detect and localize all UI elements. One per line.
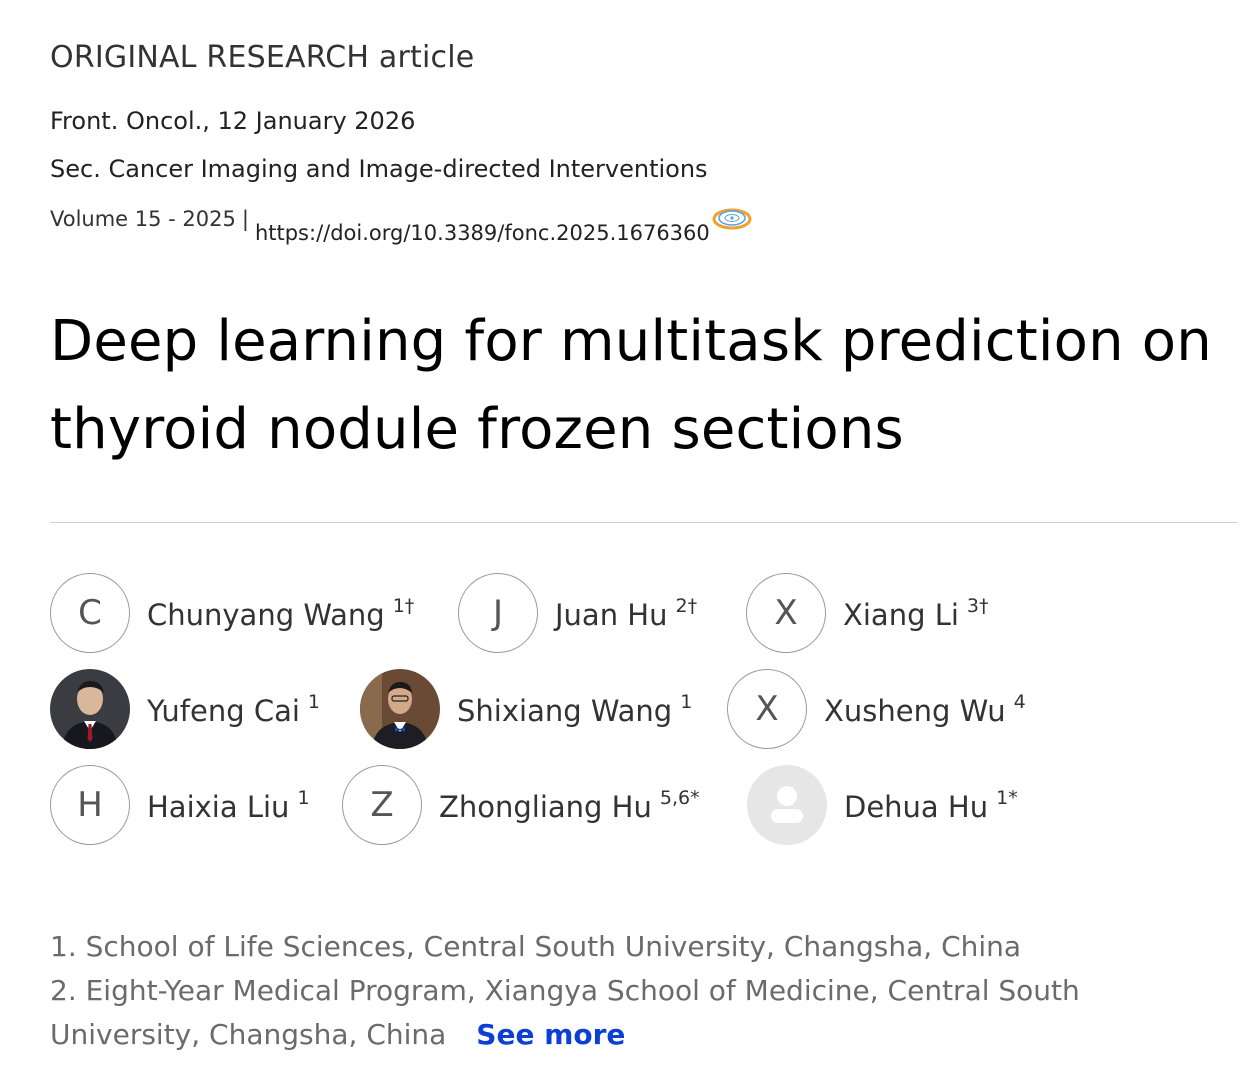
author-initial-avatar: J	[458, 573, 538, 653]
author-name-text: Dehua Hu	[844, 789, 989, 824]
author-name[interactable]: Zhongliang Hu 5,6*	[439, 787, 700, 824]
author-name-text: Xusheng Wu	[824, 693, 1006, 728]
author-chunyang-wang[interactable]: C Chunyang Wang 1†	[50, 573, 414, 653]
doi-link[interactable]: https://doi.org/10.3389/fonc.2025.167636…	[255, 221, 710, 245]
author-xiang-li[interactable]: X Xiang Li 3†	[746, 573, 989, 653]
author-shixiang-wang[interactable]: Shixiang Wang 1	[360, 669, 692, 749]
volume-line: Volume 15 - 2025 | https://doi.org/10.33…	[50, 205, 752, 245]
author-name[interactable]: Yufeng Cai 1	[147, 691, 320, 728]
author-initial-avatar: Z	[342, 765, 422, 845]
author-affiliation-marker: 3†	[966, 594, 989, 617]
author-dehua-hu[interactable]: Dehua Hu 1*	[747, 765, 1018, 845]
author-name[interactable]: Xiang Li 3†	[843, 595, 989, 632]
author-affiliation-marker: 1†	[392, 594, 415, 617]
author-juan-hu[interactable]: J Juan Hu 2†	[458, 573, 697, 653]
author-initial-avatar: X	[727, 669, 807, 749]
author-affiliation-marker: 1	[680, 690, 693, 713]
author-name-text: Chunyang Wang	[147, 597, 385, 632]
article-type: ORIGINAL RESEARCH article	[50, 40, 475, 75]
affiliation-2-cont: University, Changsha, China See more	[50, 1013, 625, 1057]
affiliation-2-continuation: University, Changsha, China	[50, 1018, 447, 1051]
affiliation-1: 1. School of Life Sciences, Central Sout…	[50, 930, 1022, 963]
author-name-text: Yufeng Cai	[147, 693, 300, 728]
author-initial-avatar: X	[746, 573, 826, 653]
author-name[interactable]: Chunyang Wang 1†	[147, 595, 414, 632]
volume-separator: |	[241, 207, 249, 231]
author-photo-avatar	[50, 669, 130, 749]
author-affiliation-marker: 1	[307, 690, 320, 713]
author-affiliation-marker: 1	[297, 786, 310, 809]
author-affiliation-marker: 2†	[675, 594, 698, 617]
altmetric-badge-icon[interactable]	[712, 205, 752, 235]
author-name-text: Xiang Li	[843, 597, 959, 632]
author-name-text: Juan Hu	[555, 597, 668, 632]
author-xusheng-wu[interactable]: X Xusheng Wu 4	[727, 669, 1026, 749]
author-name-text: Shixiang Wang	[457, 693, 673, 728]
author-name[interactable]: Juan Hu 2†	[555, 595, 697, 632]
author-name[interactable]: Xusheng Wu 4	[824, 691, 1026, 728]
author-name-text: Haixia Liu	[147, 789, 290, 824]
author-affiliation-marker: 4	[1013, 690, 1026, 713]
author-yufeng-cai[interactable]: Yufeng Cai 1	[50, 669, 320, 749]
author-name-text: Zhongliang Hu	[439, 789, 652, 824]
author-initial-avatar: H	[50, 765, 130, 845]
author-name[interactable]: Shixiang Wang 1	[457, 691, 692, 728]
author-name[interactable]: Dehua Hu 1*	[844, 787, 1018, 824]
divider	[50, 522, 1237, 523]
author-zhongliang-hu[interactable]: Z Zhongliang Hu 5,6*	[342, 765, 700, 845]
author-haixia-liu[interactable]: H Haixia Liu 1	[50, 765, 310, 845]
author-affiliation-marker: 1*	[996, 786, 1018, 809]
volume-label: Volume 15 - 2025	[50, 207, 236, 231]
article-title: Deep learning for multitask prediction o…	[50, 309, 1212, 462]
journal-section[interactable]: Sec. Cancer Imaging and Image-directed I…	[50, 155, 708, 183]
author-affiliation-marker: 5,6*	[659, 786, 700, 809]
author-photo-avatar	[360, 669, 440, 749]
author-name[interactable]: Haixia Liu 1	[147, 787, 310, 824]
affiliation-2: 2. Eight-Year Medical Program, Xiangya S…	[50, 974, 1080, 1007]
see-more-link[interactable]: See more	[476, 1018, 625, 1051]
user-placeholder-icon	[747, 765, 827, 845]
journal-date: Front. Oncol., 12 January 2026	[50, 107, 416, 135]
author-initial-avatar: C	[50, 573, 130, 653]
